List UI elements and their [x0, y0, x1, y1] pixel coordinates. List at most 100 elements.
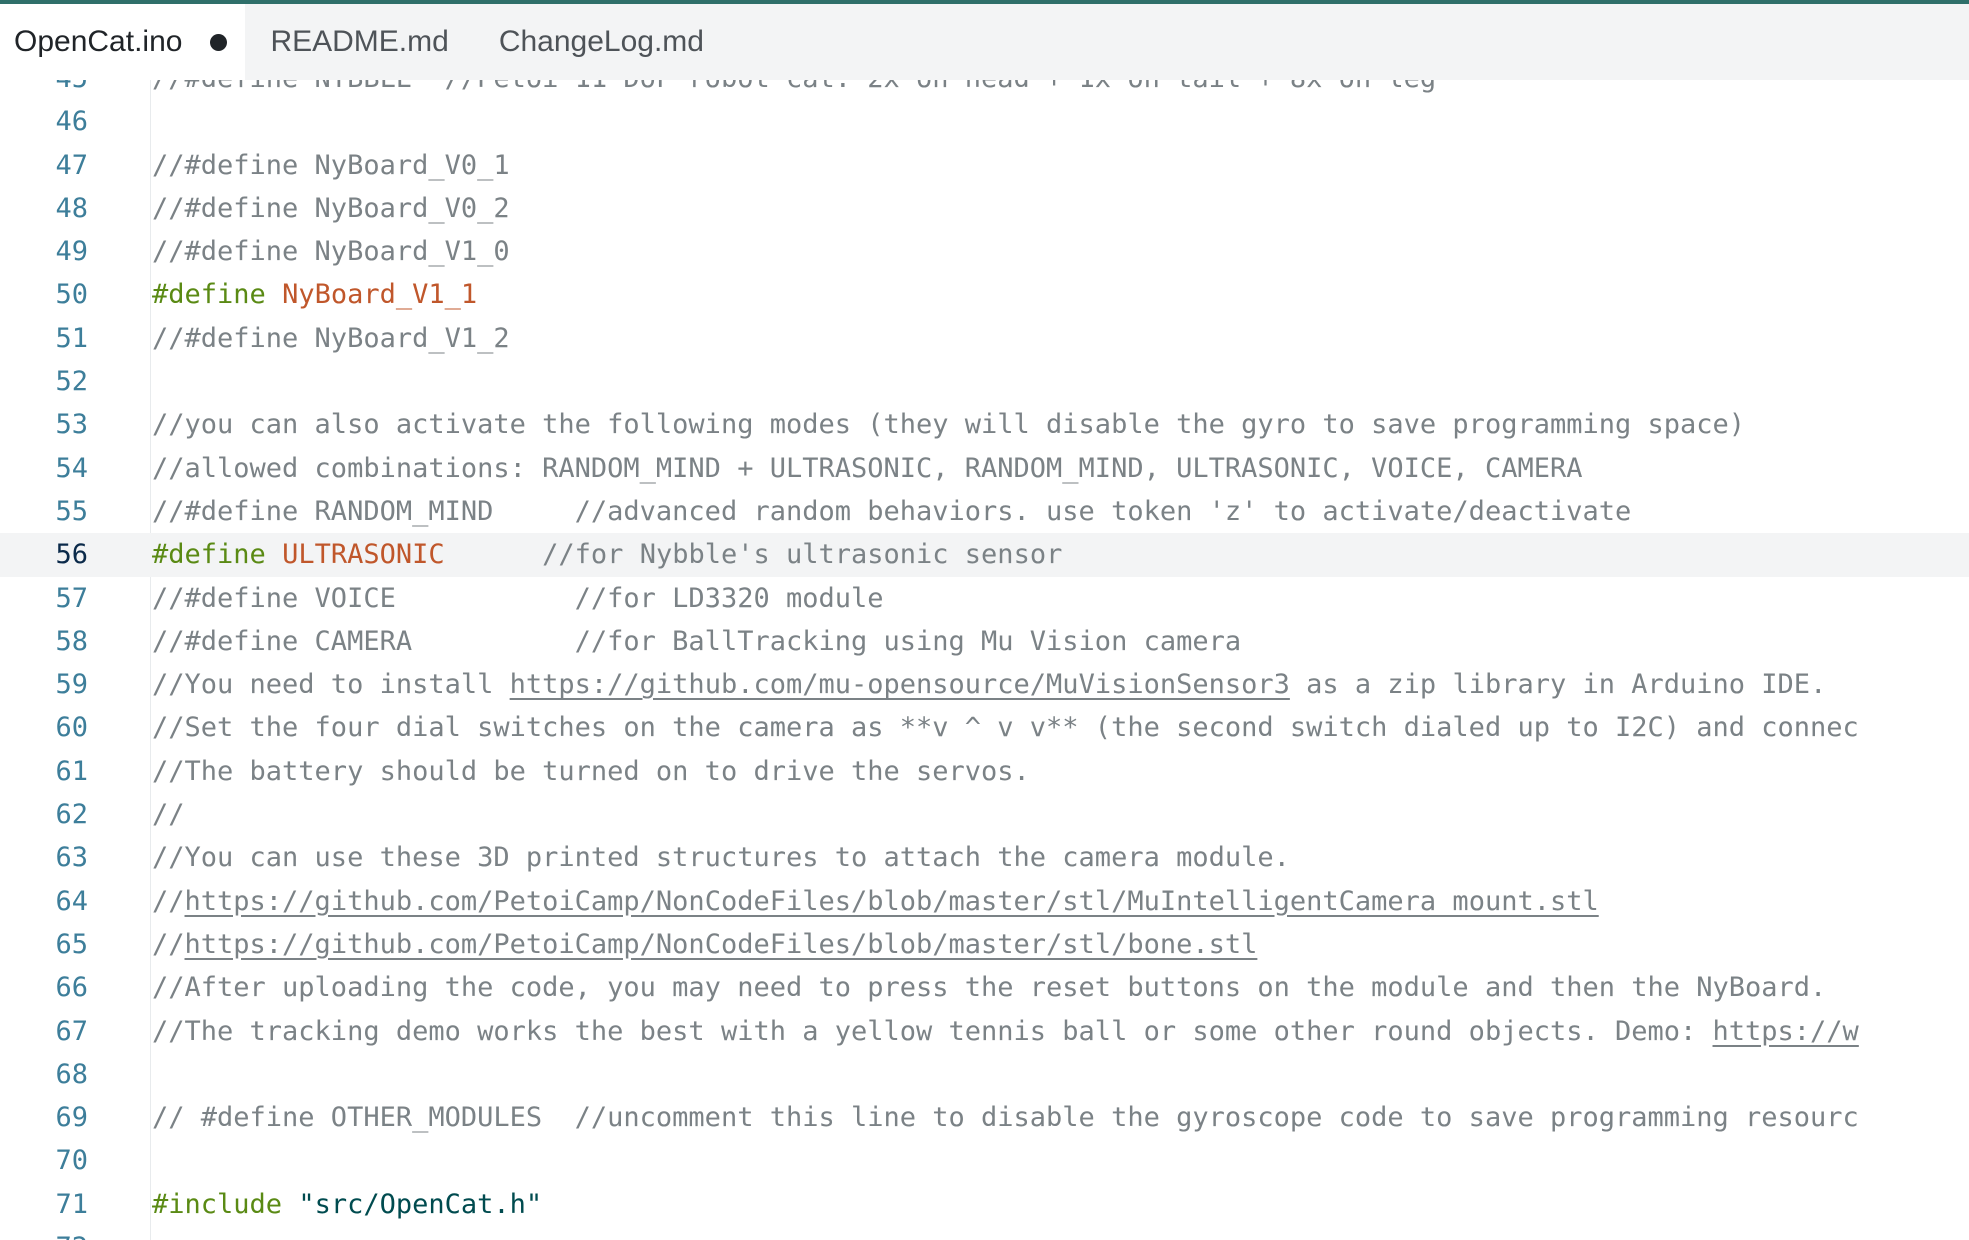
tab-opencat-ino[interactable]: OpenCat.ino — [0, 4, 246, 80]
code-line: 54 //allowed combinations: RANDOM_MIND +… — [0, 447, 1969, 490]
line-text: //Set the four dial switches on the came… — [152, 712, 1859, 744]
line-text: //#define CAMERA //for BallTracking usin… — [152, 625, 1242, 657]
code-line: 72 — [0, 1226, 1969, 1240]
line-text: //allowed combinations: RANDOM_MIND + UL… — [152, 452, 1583, 484]
line-number: 50 — [55, 279, 88, 311]
code-line: 53 //you can also activate the following… — [0, 403, 1969, 446]
line-number: 67 — [55, 1015, 88, 1047]
line-text: //#define NyBoard_V0_2 — [152, 192, 510, 224]
line-text: //You can use these 3D printed structure… — [152, 842, 1290, 874]
code-line: 50 #define NyBoard_V1_1 — [0, 273, 1969, 316]
code-line: 63 //You can use these 3D printed struct… — [0, 836, 1969, 879]
line-number: 51 — [55, 322, 88, 354]
line-text: //#define NyBoard_V0_1 — [152, 149, 510, 181]
line-number: 58 — [55, 625, 88, 657]
code-editor[interactable]: 45 //#define NYBBLE //Petoi 11 DoF robot… — [0, 80, 1969, 1240]
editor-tab-bar: OpenCat.ino README.md ChangeLog.md — [0, 4, 1969, 80]
code-line: 68 — [0, 1053, 1969, 1096]
tab-label: README.md — [270, 25, 449, 58]
line-number: 66 — [55, 972, 88, 1004]
define-keyword: #define — [152, 279, 266, 311]
code-line: 61 //The battery should be turned on to … — [0, 750, 1969, 793]
url-link[interactable]: https://w — [1713, 1016, 1859, 1047]
url-link[interactable]: https://github.com/mu-opensource/MuVisio… — [510, 669, 1290, 700]
line-number: 62 — [55, 799, 88, 831]
code-line: 70 — [0, 1139, 1969, 1182]
inline-comment: //for Nybble's ultrasonic sensor — [444, 539, 1063, 571]
url-link[interactable]: https://github.com/PetoiCamp/NonCodeFile… — [185, 886, 1599, 917]
line-number: 72 — [0, 1226, 88, 1240]
macro-name: NyBoard_V1_1 — [282, 279, 478, 311]
code-line: 62 // — [0, 793, 1969, 836]
code-line: 59 //You need to install https://github.… — [0, 663, 1969, 706]
code-line: 71 #include "src/OpenCat.h" — [0, 1183, 1969, 1226]
current-code-line: 56 #define ULTRASONIC //for Nybble's ult… — [0, 533, 1969, 577]
tab-label: OpenCat.ino — [14, 25, 183, 58]
line-number: 55 — [55, 495, 88, 527]
code-line: 64 //https://github.com/PetoiCamp/NonCod… — [0, 880, 1969, 923]
line-text: //You need to install https://github.com… — [152, 663, 1826, 706]
code-line: 45 //#define NYBBLE //Petoi 11 DoF robot… — [0, 80, 1969, 100]
comment-text: // — [152, 885, 185, 917]
line-number: 45 — [0, 80, 88, 100]
line-text: //#define NyBoard_V1_0 — [152, 236, 510, 268]
code-line: 57 //#define VOICE //for LD3320 module — [0, 577, 1969, 620]
line-number: 65 — [55, 928, 88, 960]
line-text: //After uploading the code, you may need… — [152, 972, 1827, 1004]
line-text: //The battery should be turned on to dri… — [152, 755, 1030, 787]
code-line: 58 //#define CAMERA //for BallTracking u… — [0, 620, 1969, 663]
line-text: // — [152, 799, 185, 831]
string-literal: "src/OpenCat.h" — [298, 1188, 543, 1220]
tab-readme-md[interactable]: README.md — [245, 4, 473, 80]
line-number: 47 — [55, 149, 88, 181]
line-number: 59 — [55, 669, 88, 701]
unsaved-dot-icon[interactable] — [210, 33, 228, 51]
code-line: 67 //The tracking demo works the best wi… — [0, 1010, 1969, 1053]
code-line: 55 //#define RANDOM_MIND //advanced rand… — [0, 490, 1969, 533]
line-text: #define NyBoard_V1_1 — [152, 273, 477, 316]
code-line: 52 — [0, 360, 1969, 403]
line-number: 71 — [55, 1188, 88, 1220]
line-text: #include "src/OpenCat.h" — [152, 1183, 542, 1226]
line-number: 64 — [55, 885, 88, 917]
line-number: 54 — [55, 452, 88, 484]
code-line: 48 //#define NyBoard_V0_2 — [0, 187, 1969, 230]
line-text: //#define VOICE //for LD3320 module — [152, 582, 884, 614]
line-text: //#define NYBBLE //Petoi 11 DoF robot ca… — [152, 80, 1436, 100]
macro-name: ULTRASONIC — [282, 539, 445, 571]
code-line: 51 //#define NyBoard_V1_2 — [0, 317, 1969, 360]
line-text: //#define NyBoard_V1_2 — [152, 322, 510, 354]
line-number: 69 — [55, 1102, 88, 1134]
line-number: 68 — [55, 1058, 88, 1090]
line-number: 52 — [55, 366, 88, 398]
url-link[interactable]: https://github.com/PetoiCamp/NonCodeFile… — [185, 929, 1258, 960]
line-text: //you can also activate the following mo… — [152, 409, 1746, 441]
code-line: 66 //After uploading the code, you may n… — [0, 966, 1969, 1009]
include-keyword: #include — [152, 1188, 283, 1220]
line-text: // #define OTHER_MODULES //uncomment thi… — [152, 1102, 1859, 1134]
line-number: 48 — [55, 192, 88, 224]
line-text: //https://github.com/PetoiCamp/NonCodeFi… — [152, 880, 1599, 923]
define-keyword: #define — [152, 539, 266, 571]
line-number: 46 — [55, 106, 88, 138]
line-text: //The tracking demo works the best with … — [152, 1010, 1859, 1053]
line-number: 60 — [55, 712, 88, 744]
code-line: 49 //#define NyBoard_V1_0 — [0, 230, 1969, 273]
line-number: 70 — [55, 1145, 88, 1177]
line-number: 56 — [55, 539, 88, 571]
code-lines: 45 //#define NYBBLE //Petoi 11 DoF robot… — [0, 80, 1969, 1240]
line-number: 53 — [55, 409, 88, 441]
code-line: 46 — [0, 100, 1969, 143]
comment-text: as a zip library in Arduino IDE. — [1289, 669, 1827, 701]
code-line: 69 // #define OTHER_MODULES //uncomment … — [0, 1096, 1969, 1139]
line-text: #define ULTRASONIC //for Nybble's ultras… — [152, 533, 1062, 576]
code-line: 47 //#define NyBoard_V0_1 — [0, 144, 1969, 187]
line-number: 57 — [55, 582, 88, 614]
line-text: //https://github.com/PetoiCamp/NonCodeFi… — [152, 923, 1257, 966]
code-line: 60 //Set the four dial switches on the c… — [0, 706, 1969, 749]
line-number: 49 — [55, 236, 88, 268]
comment-text: //You need to install — [152, 669, 510, 701]
line-text: //#define RANDOM_MIND //advanced random … — [152, 495, 1632, 527]
comment-text: //The tracking demo works the best with … — [152, 1015, 1713, 1047]
tab-changelog-md[interactable]: ChangeLog.md — [474, 4, 729, 80]
